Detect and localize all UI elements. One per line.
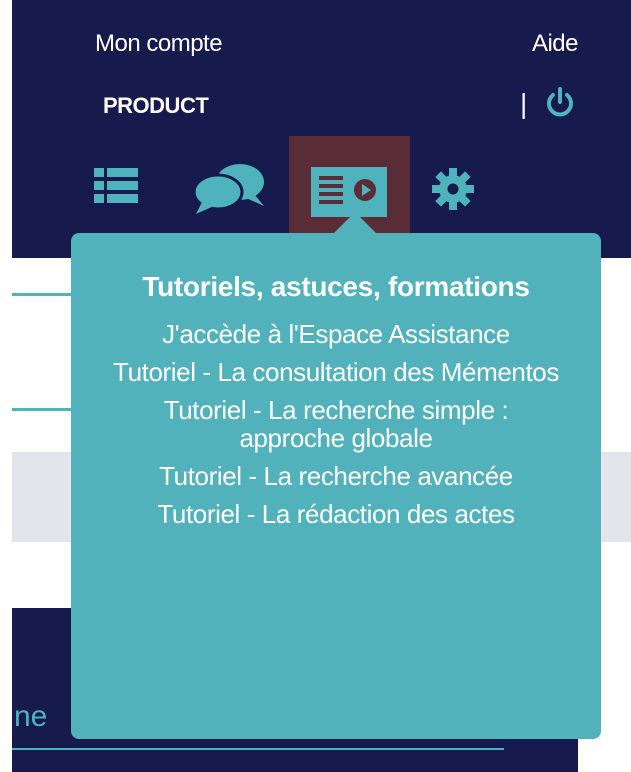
tutorial-link-mementos[interactable]: Tutoriel - La consultation des Mémentos: [111, 358, 561, 386]
top-header: Mon compte Aide PRODUCT |: [12, 0, 631, 258]
page: Mon compte Aide PRODUCT | ne Tutoriels, …: [12, 0, 631, 772]
power-icon: [547, 87, 573, 117]
partial-heading: ne: [14, 700, 48, 733]
list-icon: [94, 168, 138, 203]
assistance-link[interactable]: J'accède à l'Espace Assistance: [111, 320, 561, 348]
tutorial-link-drafting[interactable]: Tutoriel - La rédaction des actes: [111, 500, 561, 528]
gear-icon: [432, 168, 474, 210]
account-link[interactable]: Mon compte: [95, 30, 223, 58]
popover-title: Tutoriels, astuces, formations: [142, 271, 530, 302]
tutorial-popover: Tutoriels, astuces, formations J'accède …: [71, 233, 601, 739]
help-link[interactable]: Aide: [532, 30, 579, 58]
popover-arrow: [333, 212, 377, 234]
chat-button[interactable]: [192, 160, 268, 216]
tutorial-link-advanced-search[interactable]: Tutoriel - La recherche avancée: [111, 462, 561, 490]
chat-bubbles-icon: [192, 164, 264, 214]
tutorial-link-simple-search[interactable]: Tutoriel - La recherche simple : approch…: [111, 396, 561, 452]
logout-button[interactable]: [544, 86, 576, 120]
product-label: PRODUCT: [103, 93, 209, 118]
list-button[interactable]: [94, 166, 138, 206]
settings-button[interactable]: [430, 166, 476, 212]
left-edge: [0, 0, 12, 772]
heading-underline: [12, 748, 504, 750]
separator: |: [520, 88, 528, 119]
